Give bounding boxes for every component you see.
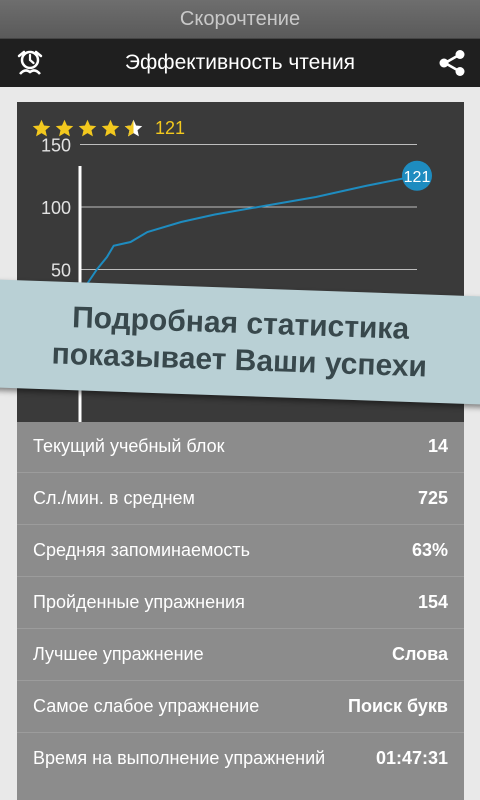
stat-row-exercises-done: Пройденные упражнения 154: [17, 576, 464, 628]
stat-value: 01:47:31: [375, 748, 448, 768]
app-title: Скорочтение: [179, 7, 301, 30]
stat-value: 14: [427, 435, 448, 456]
action-bar: Эффективность чтения: [0, 38, 480, 87]
stat-label: Текущий учебный блок: [33, 435, 225, 456]
stat-value: Поиск букв: [348, 696, 448, 716]
stat-label: Сл./мин. в среднем: [33, 488, 195, 508]
stat-label: Пройденные упражнения: [33, 592, 245, 612]
end-point-label: 121: [404, 169, 431, 186]
stat-row-best-exercise: Лучшее упражнение Слова: [17, 628, 464, 680]
stat-label: Время на выполнение упражнений: [33, 748, 326, 768]
stat-label: Самое слабое упражнение: [33, 696, 260, 716]
promo-banner: Подробная статистика показывает Ваши усп…: [0, 279, 480, 405]
stat-value: 154: [417, 592, 448, 612]
timer-icon[interactable]: [14, 47, 46, 79]
stat-row-total-time: Время на выполнение упражнений 01:47:31: [17, 732, 464, 784]
share-icon[interactable]: [436, 47, 468, 79]
stat-value: 63%: [411, 540, 448, 560]
y-tick-label: 100: [41, 198, 71, 218]
stat-label: Лучшее упражнение: [33, 644, 204, 664]
statistics-card: 121 50 100 150 121 Текущий учебный блок 14 …: [17, 102, 464, 800]
app-title-bar: Скорочтение: [0, 0, 480, 38]
stat-value: 725: [417, 488, 448, 508]
y-tick-label: 50: [51, 261, 71, 281]
stat-value: Слова: [391, 644, 448, 664]
stats-list: Текущий учебный блок 14 Сл./мин. в средн…: [17, 420, 464, 784]
page-title: Эффективность чтения: [124, 51, 356, 74]
stat-label: Средняя запоминаемость: [33, 540, 250, 560]
stat-row-current-block: Текущий учебный блок 14: [17, 420, 464, 472]
stat-row-wpm-average: Сл./мин. в среднем 725: [17, 472, 464, 524]
y-tick-label: 150: [41, 136, 71, 156]
stat-row-memorization: Средняя запоминаемость 63%: [17, 524, 464, 576]
stat-row-weakest-exercise: Самое слабое упражнение Поиск букв: [17, 680, 464, 732]
